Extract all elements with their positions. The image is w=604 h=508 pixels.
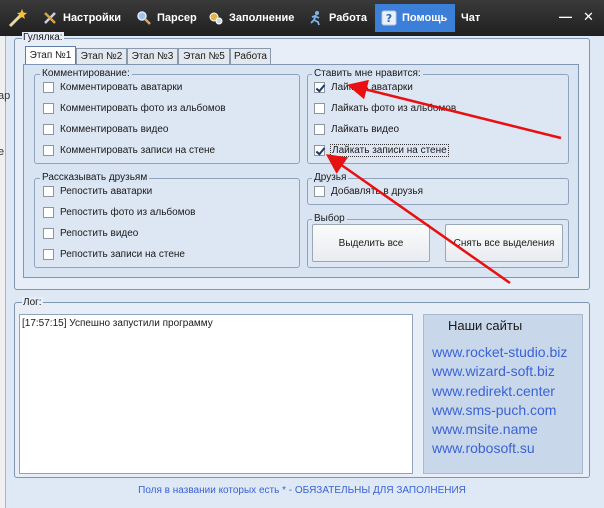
- site-link[interactable]: www.msite.name: [432, 421, 538, 437]
- checkbox[interactable]: [314, 102, 325, 114]
- select-group-title: Выбор: [312, 213, 347, 224]
- question-icon: ?: [381, 10, 397, 26]
- select-all-button[interactable]: Выделить все: [312, 224, 430, 262]
- checkbox-comment-video[interactable]: Комментировать видео: [43, 122, 168, 136]
- checkbox-label: Лайкать аватарки: [331, 81, 413, 93]
- site-link[interactable]: www.rocket-studio.biz: [432, 344, 567, 360]
- checkbox[interactable]: [43, 248, 54, 260]
- log-line: [17:57:15] Успешно запустили программу: [22, 318, 213, 329]
- comment-group-title: Комментирование:: [40, 68, 132, 79]
- checkbox-comment-avatars[interactable]: Комментировать аватарки: [43, 80, 182, 94]
- tab-parser-label: Парсер: [157, 12, 197, 24]
- clipped-text: е: [0, 146, 5, 158]
- tab-stage-2[interactable]: Этап №2: [76, 48, 127, 64]
- log-legend: Лог:: [22, 297, 43, 308]
- site-link[interactable]: www.wizard-soft.biz: [432, 363, 555, 379]
- tab-fill-label: Заполнение: [229, 12, 295, 24]
- checkbox-label: Лайкать фото из альбомов: [331, 102, 457, 114]
- site-link[interactable]: www.sms-puch.com: [432, 402, 556, 418]
- tab-settings[interactable]: Настройки: [36, 4, 132, 32]
- checkbox-like-photos[interactable]: Лайкать фото из альбомов: [314, 101, 456, 115]
- left-window-edge: ар е: [0, 36, 10, 508]
- repost-group-title: Рассказывать друзьям: [40, 172, 150, 183]
- checkbox-add-friends[interactable]: Добавлять в друзья: [314, 184, 423, 198]
- tab-work-label: Работа: [329, 12, 368, 24]
- top-toolbar: Настройки Парсер Заполнение Работа ? Пом…: [0, 0, 604, 36]
- tab-stage-1[interactable]: Этап №1: [25, 46, 76, 64]
- our-sites-panel: Наши сайты www.rocket-studio.biz www.wiz…: [423, 314, 583, 474]
- tab-chat-label: Чат: [461, 12, 481, 24]
- checkbox-label: Репостить видео: [60, 227, 139, 239]
- checkbox-label: Лайкать видео: [331, 123, 400, 135]
- tab-work-stage[interactable]: Работа: [230, 48, 271, 64]
- svg-text:?: ?: [386, 12, 392, 25]
- gears-icon: [209, 12, 223, 25]
- checkbox-label: Лайкать записи на стене: [330, 143, 449, 157]
- walker-legend: Гулялка:: [22, 32, 64, 43]
- runner-icon: [310, 11, 320, 26]
- checkbox-repost-avatars[interactable]: Репостить аватарки: [43, 184, 152, 198]
- site-link[interactable]: www.robosoft.su: [432, 440, 535, 456]
- checkbox-comment-photos[interactable]: Комментировать фото из альбомов: [43, 101, 226, 115]
- tab-chat[interactable]: Чат: [455, 4, 495, 32]
- required-fields-note: Поля в названии которых есть * - ОБЯЗАТЕ…: [138, 485, 466, 496]
- checkbox-label: Комментировать видео: [60, 123, 169, 135]
- checkbox[interactable]: [314, 185, 325, 197]
- tab-stage-3[interactable]: Этап №3: [127, 48, 178, 64]
- minimize-button[interactable]: —: [559, 9, 572, 25]
- checkbox-label: Добавлять в друзья: [331, 185, 423, 197]
- checkbox[interactable]: [314, 123, 325, 135]
- tab-help-label: Помощь: [402, 12, 448, 24]
- checkbox-like-video[interactable]: Лайкать видео: [314, 122, 399, 136]
- wrench-icon: [44, 12, 56, 24]
- checkbox[interactable]: [314, 144, 325, 156]
- sites-title: Наши сайты: [448, 318, 523, 333]
- tab-help[interactable]: ? Помощь: [375, 4, 455, 32]
- close-button[interactable]: ✕: [583, 9, 594, 25]
- checkbox-label: Репостить фото из альбомов: [60, 206, 196, 218]
- checkbox[interactable]: [43, 144, 54, 156]
- tab-settings-label: Настройки: [63, 12, 122, 24]
- site-link[interactable]: www.redirekt.center: [432, 383, 555, 399]
- checkbox-like-avatars[interactable]: Лайкать аватарки: [314, 80, 413, 94]
- tab-fill[interactable]: Заполнение: [202, 4, 302, 32]
- checkbox-repost-video[interactable]: Репостить видео: [43, 226, 138, 240]
- tab-stage-5[interactable]: Этап №5: [178, 48, 230, 64]
- checkbox-label: Комментировать записи на стене: [60, 144, 216, 156]
- checkbox[interactable]: [43, 185, 54, 197]
- checkbox[interactable]: [43, 102, 54, 114]
- friends-group-title: Друзья: [312, 172, 349, 183]
- checkbox-label: Репостить записи на стене: [60, 248, 185, 260]
- checkbox-repost-wall[interactable]: Репостить записи на стене: [43, 247, 185, 261]
- checkbox[interactable]: [43, 227, 54, 239]
- checkbox-label: Комментировать аватарки: [60, 81, 183, 93]
- checkbox-like-wall[interactable]: Лайкать записи на стене: [314, 143, 449, 157]
- checkbox-label: Комментировать фото из альбомов: [60, 102, 226, 114]
- checkbox[interactable]: [314, 81, 325, 93]
- magnifier-icon: [137, 11, 151, 25]
- clear-all-button[interactable]: Снять все выделения: [445, 224, 563, 262]
- checkbox[interactable]: [43, 123, 54, 135]
- tab-work[interactable]: Работа: [302, 4, 374, 32]
- log-textarea[interactable]: [17:57:15] Успешно запустили программу: [19, 314, 413, 474]
- checkbox-comment-wall[interactable]: Комментировать записи на стене: [43, 143, 215, 157]
- checkbox-repost-photos[interactable]: Репостить фото из альбомов: [43, 205, 195, 219]
- checkbox-label: Репостить аватарки: [60, 185, 153, 197]
- magic-wand-icon[interactable]: [6, 7, 28, 29]
- tab-parser[interactable]: Парсер: [130, 4, 202, 32]
- checkbox[interactable]: [43, 81, 54, 93]
- like-group-title: Ставить мне нравится:: [312, 68, 423, 79]
- checkbox[interactable]: [43, 206, 54, 218]
- clipped-text: ар: [0, 90, 11, 102]
